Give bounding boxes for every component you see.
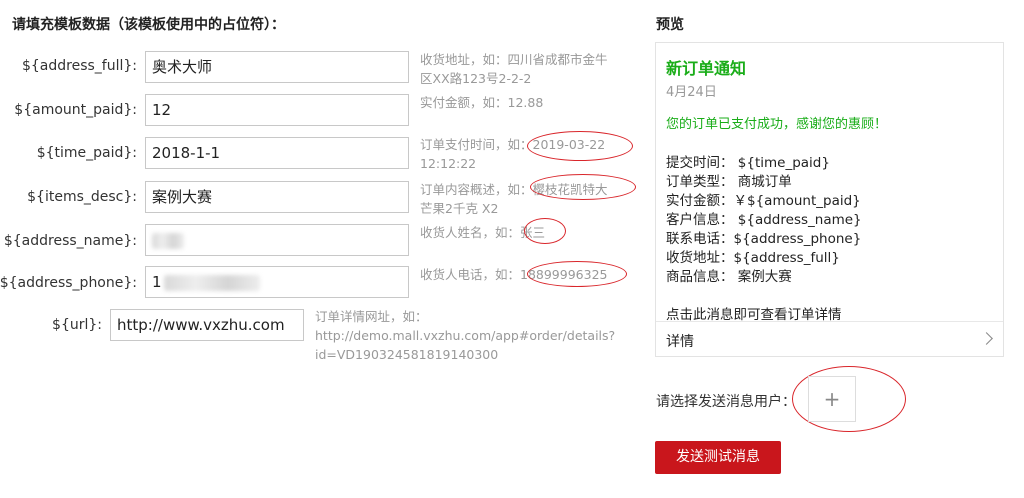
hint-url-line3: id=VD190324581819140300 [315, 347, 499, 362]
label-time-paid: ${time_paid}: [36, 145, 137, 161]
form-title: 请填充模板数据（该模板使用中的占位符）： [12, 17, 285, 33]
send-test-message-button[interactable]: 发送测试消息 [655, 441, 781, 474]
hint-address-full-line2: 区XX路123号2-2-2 [420, 71, 532, 86]
card-line-phone: 联系电话：${address_phone} [666, 231, 862, 247]
input-url[interactable]: http://www.vxzhu.com [110, 309, 304, 341]
input-items-desc[interactable]: 案例大赛 [145, 181, 409, 213]
redacted-phone-blur [163, 274, 260, 291]
hint-time-paid-line1: 订单支付时间，如：2019-03-22 [420, 137, 606, 152]
card-line-type: 订单类型： 商城订单 [666, 174, 792, 190]
card-message: 您的订单已支付成功，感谢您的惠顾！ [666, 117, 888, 132]
input-address-phone[interactable]: 1 [145, 266, 409, 298]
input-time-paid[interactable]: 2018-1-1 [145, 137, 409, 169]
label-url: ${url}: [52, 317, 102, 333]
hint-items-desc-line2: 芒果2千克 X2 [420, 201, 499, 216]
label-address-phone: ${address_phone}: [0, 275, 137, 291]
label-items-desc: ${items_desc}: [27, 189, 137, 205]
label-address-name: ${address_name}: [3, 233, 137, 249]
hint-url-line1: 订单详情网址，如： [315, 309, 428, 324]
input-address-phone-value: 1 [152, 273, 162, 291]
hint-address-full: 收货地址，如：四川省成都市金牛 区XX路123号2-2-2 [420, 50, 608, 88]
card-date: 4月24日 [666, 85, 717, 100]
hint-address-phone: 收货人电话，如：18899996325 [420, 265, 607, 284]
preview-card[interactable]: 新订单通知 4月24日 您的订单已支付成功，感谢您的惠顾！ 提交时间： ${ti… [655, 42, 1004, 357]
card-line-customer: 客户信息： ${address_name} [666, 212, 862, 228]
select-user-label: 请选择发送消息用户： [656, 394, 796, 410]
card-line-time: 提交时间： ${time_paid} [666, 155, 830, 171]
card-line-address: 收货地址：${address_full} [666, 250, 840, 266]
hint-address-full-line1: 收货地址，如：四川省成都市金牛 [420, 52, 608, 67]
card-title: 新订单通知 [666, 59, 747, 78]
redacted-name-blur [152, 232, 184, 249]
card-detail-label: 详情 [666, 334, 694, 350]
card-detail-row[interactable]: 详情 [656, 321, 1003, 358]
add-user-button[interactable]: + [808, 376, 856, 422]
hint-amount-paid: 实付金额，如：12.88 [420, 93, 543, 112]
card-line-items: 商品信息： 案例大赛 [666, 269, 792, 285]
hint-items-desc: 订单内容概述，如：樱枝花凯特大 芒果2千克 X2 [420, 180, 608, 218]
card-footer-note: 点击此消息即可查看订单详情 [666, 307, 842, 323]
hint-time-paid: 订单支付时间，如：2019-03-22 12:12:22 [420, 135, 605, 173]
hint-url-line2: http://demo.mall.vxzhu.com/app#order/det… [315, 328, 616, 343]
label-address-full: ${address_full}: [21, 58, 137, 74]
label-amount-paid: ${amount_paid}: [14, 102, 137, 118]
hint-time-paid-line2: 12:12:22 [420, 156, 477, 171]
input-address-full[interactable]: 奥术大师 [145, 51, 409, 83]
card-line-amount: 实付金额：￥${amount_paid} [666, 193, 861, 209]
chevron-right-icon [980, 332, 993, 345]
input-address-name[interactable] [145, 224, 409, 256]
hint-amount-paid-line1: 实付金额，如：12.88 [420, 95, 544, 110]
preview-title: 预览 [656, 17, 684, 33]
hint-items-desc-line1: 订单内容概述，如：樱枝花凯特大 [420, 182, 608, 197]
hint-url: 订单详情网址，如： http://demo.mall.vxzhu.com/app… [315, 307, 615, 364]
input-amount-paid[interactable]: 12 [145, 94, 409, 126]
hint-address-name: 收货人姓名，如：张三 [420, 223, 545, 242]
hint-address-phone-line1: 收货人电话，如：18899996325 [420, 267, 608, 282]
plus-icon: + [823, 387, 841, 411]
hint-address-name-line1: 收货人姓名，如：张三 [420, 225, 546, 240]
